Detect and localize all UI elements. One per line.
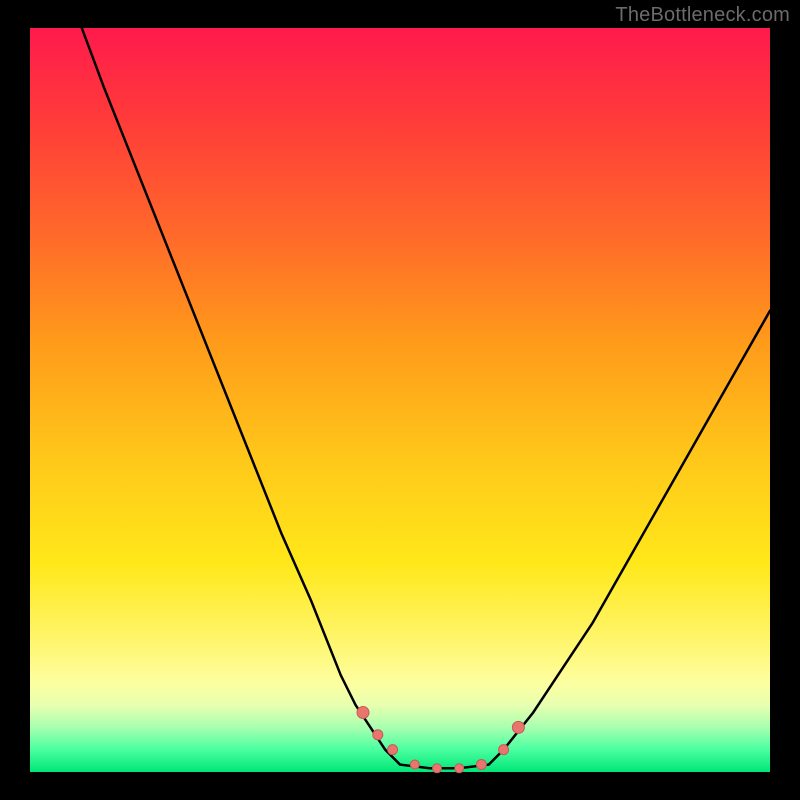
watermark-label: TheBottleneck.com — [615, 4, 790, 27]
plot-area — [30, 28, 770, 772]
chart-frame: TheBottleneck.com — [0, 0, 800, 800]
